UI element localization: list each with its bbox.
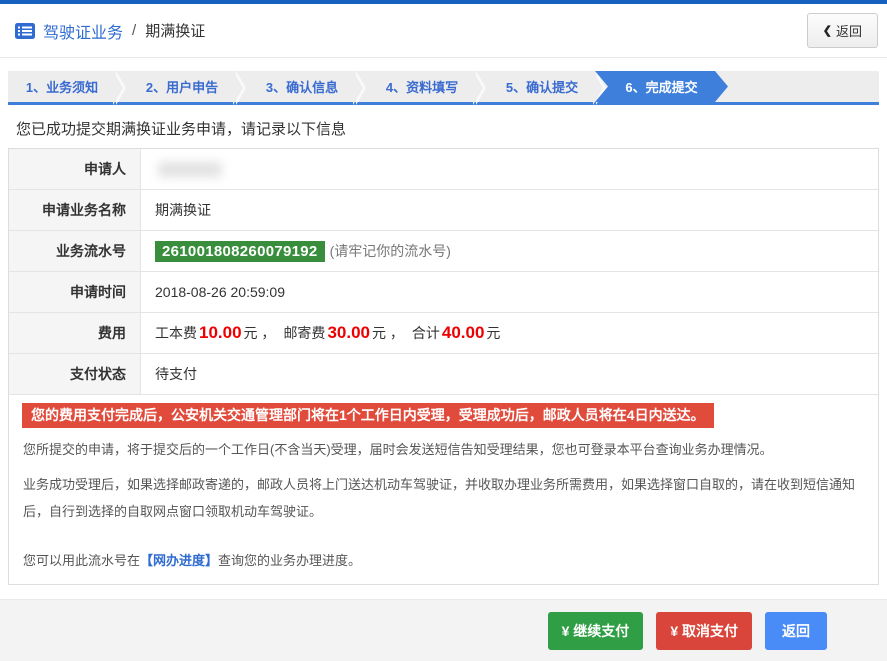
fee-label-postage: 邮寄费 xyxy=(283,325,326,341)
fee-unit: 元 xyxy=(486,325,501,341)
step-separator-chevron xyxy=(233,71,248,105)
step-1-business-notice[interactable]: 1、业务须知 xyxy=(8,71,116,102)
continue-payment-button[interactable]: ¥ 继续支付 xyxy=(547,611,644,650)
table-row-apply-time: 申请时间 2018-08-26 20:59:09 xyxy=(9,272,878,313)
step-6-complete-submit[interactable]: 6、完成提交 xyxy=(595,71,728,102)
fee-unit: 元 ， xyxy=(243,325,276,341)
breadcrumb: 驾驶证业务 / 期满换证 xyxy=(14,19,205,43)
row-value: 2018-08-26 20:59:09 xyxy=(155,284,285,300)
cancel-payment-button[interactable]: ¥ 取消支付 xyxy=(656,611,752,650)
back-button-bottom[interactable]: 返回 xyxy=(765,611,827,650)
breadcrumb-business-category[interactable]: 驾驶证业务 xyxy=(43,19,123,43)
fee-amount-postage: 30.00 xyxy=(327,323,370,342)
application-details-panel: 申请人 申请业务名称 期满换证 业务流水号 261001808260079192… xyxy=(8,148,879,585)
table-row-fee: 费用 工本费 10.00 元 ， 邮寄费 30.00 元 ， 合计 40.00 … xyxy=(9,313,878,354)
table-row-business-name: 申请业务名称 期满换证 xyxy=(9,190,878,231)
fee-unit: 元 ， xyxy=(371,325,404,341)
progress-hint-line: 您可以用此流水号在【网办进度】查询您的业务办理进度。 xyxy=(23,547,862,574)
step-wizard-filler xyxy=(728,71,879,102)
payment-warning-banner: 您的费用支付完成后，公安机关交通管理部门将在1个工作日内受理，受理成功后，邮政人… xyxy=(22,403,714,428)
back-button-top[interactable]: ❮ 返回 xyxy=(806,13,878,48)
payment-status-value: 待支付 xyxy=(155,366,197,382)
notice-paragraph-2: 业务成功受理后，如果选择邮政寄递的，邮政人员将上门送达机动车驾驶证，并收取办理业… xyxy=(23,477,856,519)
step-3-confirm-info[interactable]: 3、确认信息 xyxy=(248,71,356,102)
back-button-top-label: 返回 xyxy=(835,24,862,39)
row-value: 261001808260079192 (请牢记你的流水号) xyxy=(141,231,878,271)
table-row-serial-number: 业务流水号 261001808260079192 (请牢记你的流水号) xyxy=(9,231,878,272)
table-row-applicant: 申请人 xyxy=(9,149,878,190)
step-4-fill-data[interactable]: 4、资料填写 xyxy=(368,71,476,102)
step-separator-chevron xyxy=(353,71,368,105)
notice-paragraph-1: 您所提交的申请，将于提交后的一个工作日(不含当天)受理，届时会发送短信告知受理结… xyxy=(23,442,773,457)
row-label: 申请人 xyxy=(9,149,141,189)
serial-number-note: (请牢记你的流水号) xyxy=(329,243,451,259)
fee-amount-total: 40.00 xyxy=(441,323,485,342)
breadcrumb-separator: / xyxy=(132,22,137,39)
step-5-confirm-submit[interactable]: 5、确认提交 xyxy=(488,71,596,102)
row-value xyxy=(141,149,878,189)
progress-hint-prefix: 您可以用此流水号在 xyxy=(23,553,141,568)
row-label: 业务流水号 xyxy=(9,231,141,271)
row-label: 费用 xyxy=(9,313,141,353)
breadcrumb-current-page: 期满换证 xyxy=(145,23,206,40)
step-2-user-declaration[interactable]: 2、用户申告 xyxy=(128,71,236,102)
row-label: 申请时间 xyxy=(9,272,141,312)
row-value: 工本费 10.00 元 ， 邮寄费 30.00 元 ， 合计 40.00 元 xyxy=(141,313,878,353)
step-separator-chevron xyxy=(473,71,488,105)
row-label: 支付状态 xyxy=(9,354,141,394)
fee-label-production: 工本费 xyxy=(155,325,197,341)
form-list-icon xyxy=(14,22,36,40)
footer-action-bar: ¥ 继续支付 ¥ 取消支付 返回 xyxy=(0,599,887,661)
step-wizard: 1、业务须知 2、用户申告 3、确认信息 4、资料填写 5、确认提交 6、完成提… xyxy=(8,71,879,105)
chevron-left-icon: ❮ xyxy=(822,25,832,37)
table-row-payment-status: 支付状态 待支付 xyxy=(9,354,878,395)
serial-number-badge: 261001808260079192 xyxy=(155,240,325,262)
success-message: 您已成功提交期满换证业务申请，请记录以下信息 xyxy=(16,121,347,138)
row-value: 期满换证 xyxy=(155,202,211,218)
progress-hint-suffix: 查询您的业务办理进度。 xyxy=(218,553,362,568)
fee-amount-production: 10.00 xyxy=(199,323,242,342)
page-header: 驾驶证业务 / 期满换证 ❮ 返回 xyxy=(0,4,887,58)
step-separator-chevron xyxy=(113,71,128,105)
fee-label-total: 合计 xyxy=(411,325,440,341)
progress-tracking-link[interactable]: 【网办进度】 xyxy=(140,553,218,568)
applicant-name-redacted xyxy=(158,161,222,177)
row-label: 申请业务名称 xyxy=(9,190,141,230)
